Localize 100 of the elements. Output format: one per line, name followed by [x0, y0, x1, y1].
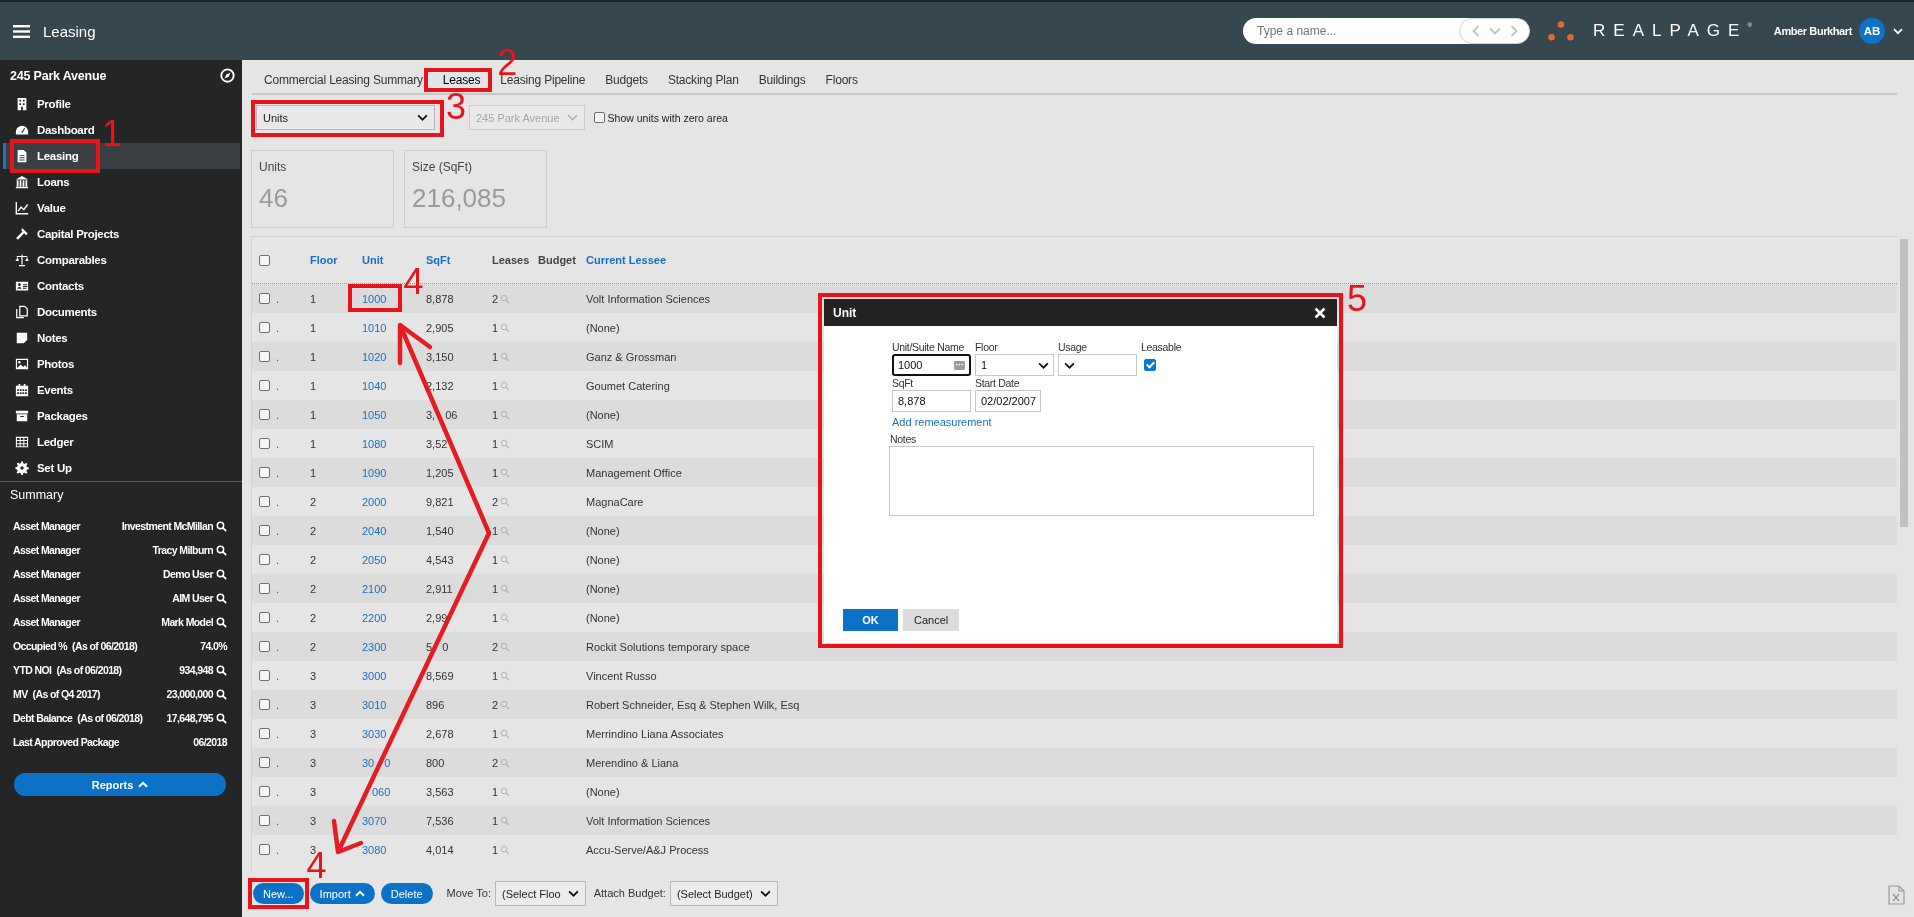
compass-icon[interactable] — [220, 68, 235, 83]
unit-link[interactable]: 30 0 — [362, 755, 391, 770]
unit-link[interactable]: 060 — [362, 784, 391, 799]
sidebar-item[interactable]: Set Up — [3, 455, 78, 481]
sidebar-item[interactable]: Photos — [3, 351, 81, 377]
checkbox[interactable] — [259, 641, 270, 652]
checkbox[interactable] — [259, 583, 270, 594]
text-field[interactable]: 8,878 — [892, 390, 971, 412]
building-icon — [15, 97, 29, 111]
checkbox[interactable] — [259, 786, 270, 797]
dropdown[interactable]: 1 — [975, 354, 1054, 376]
sidebar-item[interactable]: Value — [3, 195, 72, 221]
ok-button[interactable]: OK — [843, 609, 898, 631]
tab[interactable]: Buildings — [748, 69, 816, 91]
tab[interactable]: Leases — [432, 69, 491, 91]
sidebar-item[interactable]: Loans — [3, 169, 76, 195]
checkbox[interactable] — [1144, 359, 1156, 371]
search-icon[interactable] — [216, 568, 227, 580]
sidebar-item[interactable]: Dashboard — [3, 117, 101, 143]
unit-link[interactable]: 3030 — [362, 726, 387, 741]
unit-link[interactable]: 1090 — [362, 465, 387, 480]
checkbox[interactable] — [259, 728, 270, 739]
unit-link[interactable]: 3080 — [362, 842, 387, 857]
search-icon[interactable] — [216, 520, 227, 532]
search-field[interactable]: Type a name... — [1243, 18, 1473, 44]
action-button[interactable]: Import — [309, 883, 375, 904]
action-button[interactable]: Delete — [380, 883, 433, 904]
column-header[interactable]: Floor — [310, 254, 338, 266]
search-icon[interactable] — [216, 712, 227, 724]
checkbox[interactable] — [259, 525, 270, 536]
sidebar-item[interactable]: Contacts — [3, 273, 90, 299]
add-remeasurement-link[interactable]: Add remeasurement — [892, 416, 992, 429]
more-icon[interactable] — [954, 360, 965, 370]
menu-icon[interactable] — [13, 24, 30, 38]
checkbox[interactable] — [259, 467, 270, 478]
unit-link[interactable]: 1000 — [362, 291, 387, 306]
column-header[interactable]: Current Lessee — [586, 254, 667, 266]
cancel-button[interactable]: Cancel — [903, 609, 960, 631]
checkbox[interactable] — [259, 409, 270, 420]
floor-select[interactable]: (Select Floo — [495, 881, 586, 906]
sidebar-item[interactable]: Documents — [3, 299, 103, 325]
unit-link[interactable]: 1040 — [362, 378, 387, 393]
unit-link[interactable]: 3000 — [362, 668, 387, 683]
unit-link[interactable]: 1020 — [362, 349, 387, 364]
sidebar-item[interactable]: Comparables — [3, 247, 113, 273]
unit-link[interactable]: 3010 — [362, 697, 387, 712]
notes-field[interactable] — [889, 446, 1314, 516]
text-field[interactable]: 1000 — [892, 354, 971, 376]
close-icon[interactable] — [1314, 306, 1326, 319]
tab[interactable]: Budgets — [595, 69, 658, 91]
search-icon[interactable] — [216, 616, 227, 628]
checkbox[interactable] — [259, 554, 270, 565]
unit-link[interactable]: 2200 — [362, 610, 387, 625]
checkbox[interactable] — [259, 815, 270, 826]
checkbox[interactable] — [259, 438, 270, 449]
unit-link[interactable]: 1050 — [362, 407, 387, 422]
search-icon[interactable] — [216, 544, 227, 556]
view-select[interactable]: Units — [256, 105, 435, 130]
checkbox[interactable] — [259, 254, 270, 266]
column-header[interactable]: Unit — [362, 254, 384, 266]
unit-link[interactable]: 2100 — [362, 581, 387, 596]
sidebar-item[interactable]: Notes — [3, 325, 74, 351]
unit-link[interactable]: 2040 — [362, 523, 387, 538]
tab[interactable]: Stacking Plan — [657, 69, 749, 91]
checkbox[interactable] — [259, 351, 270, 362]
sidebar-item[interactable]: Profile — [3, 91, 77, 117]
stat-value: 216,085 — [412, 183, 507, 214]
budget-select[interactable]: (Select Budget) — [669, 881, 778, 906]
checkbox[interactable] — [259, 844, 270, 855]
tab[interactable]: Commercial Leasing Summary — [254, 69, 433, 91]
user-avatar[interactable]: AB — [1859, 18, 1885, 44]
checkbox[interactable] — [259, 612, 270, 623]
checkbox[interactable] — [259, 380, 270, 391]
checkbox[interactable] — [259, 670, 270, 681]
sidebar-item[interactable]: Events — [3, 377, 79, 403]
sidebar-item[interactable]: Packages — [3, 403, 94, 429]
unit-link[interactable]: 2000 — [362, 494, 387, 509]
column-header[interactable]: SqFt — [426, 254, 451, 266]
search-icon[interactable] — [216, 592, 227, 604]
checkbox[interactable] — [259, 293, 270, 304]
unit-link[interactable]: 1080 — [362, 436, 387, 451]
sidebar-item[interactable]: Ledger — [3, 429, 80, 455]
text-field[interactable]: 02/02/2007 — [975, 390, 1042, 412]
tab[interactable]: Floors — [815, 69, 868, 91]
search-icon[interactable] — [216, 688, 227, 700]
checkbox[interactable] — [259, 757, 270, 768]
checkbox[interactable] — [259, 496, 270, 507]
unit-link[interactable]: 1010 — [362, 320, 387, 335]
unit-link[interactable]: 3070 — [362, 813, 387, 828]
action-button[interactable]: New... — [253, 883, 304, 904]
unit-link[interactable]: 2300 — [362, 639, 387, 654]
checkbox[interactable] — [259, 699, 270, 710]
unit-link[interactable]: 2050 — [362, 552, 387, 567]
sidebar-item[interactable]: Capital Projects — [3, 221, 126, 247]
checkbox[interactable] — [259, 322, 270, 333]
caret-icon — [417, 114, 428, 121]
checkbox[interactable] — [593, 112, 605, 123]
scrollbar-thumb[interactable] — [1900, 239, 1908, 527]
reports-button[interactable]: Reports — [14, 773, 226, 796]
search-icon[interactable] — [216, 664, 227, 676]
